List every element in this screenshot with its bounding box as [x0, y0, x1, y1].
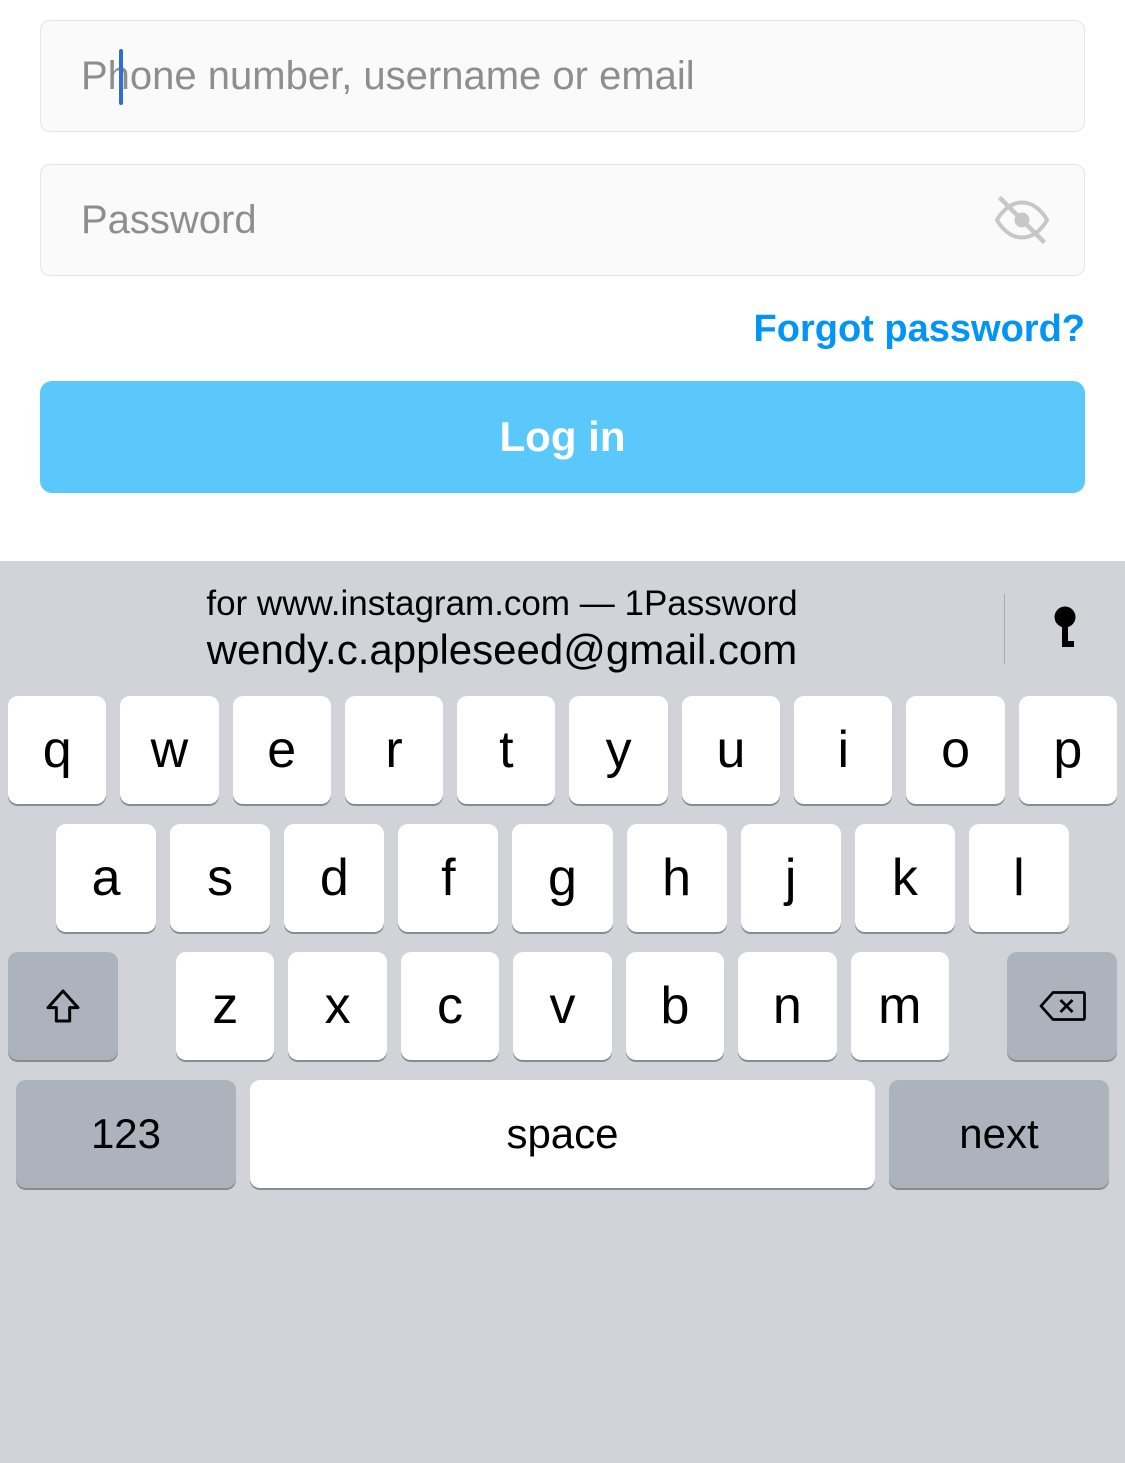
username-field-wrap[interactable] [40, 20, 1085, 132]
password-input[interactable] [41, 165, 1084, 275]
key-o[interactable]: o [906, 696, 1004, 804]
key-h[interactable]: h [627, 824, 727, 932]
backspace-icon [1038, 988, 1086, 1024]
keyboard-row-1: q w e r t y u i o p [8, 696, 1117, 804]
key-u[interactable]: u [682, 696, 780, 804]
key-r[interactable]: r [345, 696, 443, 804]
key-m[interactable]: m [851, 952, 949, 1060]
key-icon [1047, 605, 1083, 653]
shift-icon [43, 986, 83, 1026]
forgot-password-link[interactable]: Forgot password? [754, 308, 1085, 350]
text-caret [119, 49, 123, 105]
key-v[interactable]: v [513, 952, 611, 1060]
shift-key[interactable] [8, 952, 118, 1060]
autofill-suggestion[interactable]: for www.instagram.com — 1Password wendy.… [0, 584, 1004, 674]
spacer [963, 952, 993, 1060]
key-q[interactable]: q [8, 696, 106, 804]
key-b[interactable]: b [626, 952, 724, 1060]
key-a[interactable]: a [56, 824, 156, 932]
key-n[interactable]: n [738, 952, 836, 1060]
password-field-wrap[interactable] [40, 164, 1085, 276]
key-f[interactable]: f [398, 824, 498, 932]
key-x[interactable]: x [288, 952, 386, 1060]
key-l[interactable]: l [969, 824, 1069, 932]
key-i[interactable]: i [794, 696, 892, 804]
key-t[interactable]: t [457, 696, 555, 804]
key-j[interactable]: j [741, 824, 841, 932]
toggle-password-visibility-icon[interactable] [990, 188, 1054, 252]
key-e[interactable]: e [233, 696, 331, 804]
login-button[interactable]: Log in [40, 381, 1085, 493]
keyboard-row-2: a s d f g h j k l [8, 824, 1117, 932]
next-key[interactable]: next [889, 1080, 1109, 1188]
key-p[interactable]: p [1019, 696, 1117, 804]
key-c[interactable]: c [401, 952, 499, 1060]
keyboard-row-4: 123 space next [8, 1080, 1117, 1188]
login-form: Forgot password? Log in [0, 0, 1125, 493]
forgot-password-row: Forgot password? [40, 308, 1085, 381]
key-s[interactable]: s [170, 824, 270, 932]
key-d[interactable]: d [284, 824, 384, 932]
spacer [132, 952, 162, 1060]
ios-keyboard: for www.instagram.com — 1Password wendy.… [0, 561, 1125, 1463]
key-z[interactable]: z [176, 952, 274, 1060]
password-manager-button[interactable] [1005, 605, 1125, 653]
key-w[interactable]: w [120, 696, 218, 804]
autofill-suggestion-bar: for www.instagram.com — 1Password wendy.… [0, 561, 1125, 696]
key-g[interactable]: g [512, 824, 612, 932]
autofill-value-label: wendy.c.appleseed@gmail.com [20, 626, 984, 674]
autofill-context-label: for www.instagram.com — 1Password [20, 584, 984, 624]
numeric-key[interactable]: 123 [16, 1080, 236, 1188]
keyboard-row-3: z x c v b n m [8, 952, 1117, 1060]
key-k[interactable]: k [855, 824, 955, 932]
backspace-key[interactable] [1007, 952, 1117, 1060]
space-key[interactable]: space [250, 1080, 875, 1188]
key-y[interactable]: y [569, 696, 667, 804]
username-input[interactable] [41, 21, 1084, 131]
